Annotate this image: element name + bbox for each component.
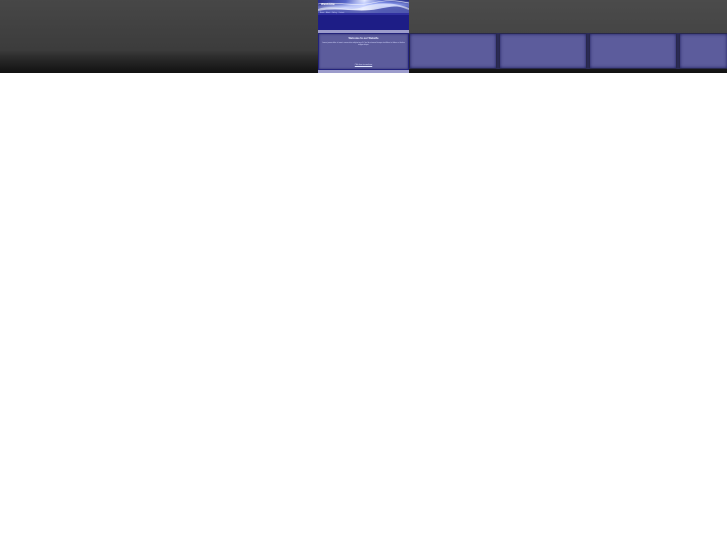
site-logo-text[interactable]: Welcome	[321, 3, 335, 6]
header-divider	[318, 30, 409, 33]
content-card[interactable]	[680, 34, 727, 68]
welcome-heading: Welcome to our Website	[348, 37, 379, 40]
content-card[interactable]	[590, 34, 676, 68]
nav-links[interactable]: Home · About · Gallery · Contact	[320, 13, 344, 15]
right-top-area	[409, 0, 727, 33]
welcome-panel: Welcome to our Website Lorem ipsum dolor…	[319, 34, 408, 69]
content-card[interactable]	[500, 34, 586, 68]
welcome-body-text: Lorem ipsum dolor sit amet, consectetur …	[322, 43, 405, 46]
nav-bar: Home · About · Gallery · Contact	[318, 13, 409, 15]
header-banner: Welcome	[318, 0, 409, 13]
column-footer-band	[318, 70, 409, 73]
header-band: Home · About · Gallery · Contact	[318, 13, 409, 30]
welcome-link[interactable]: Click here to continue	[349, 65, 378, 67]
content-card[interactable]	[410, 34, 496, 68]
